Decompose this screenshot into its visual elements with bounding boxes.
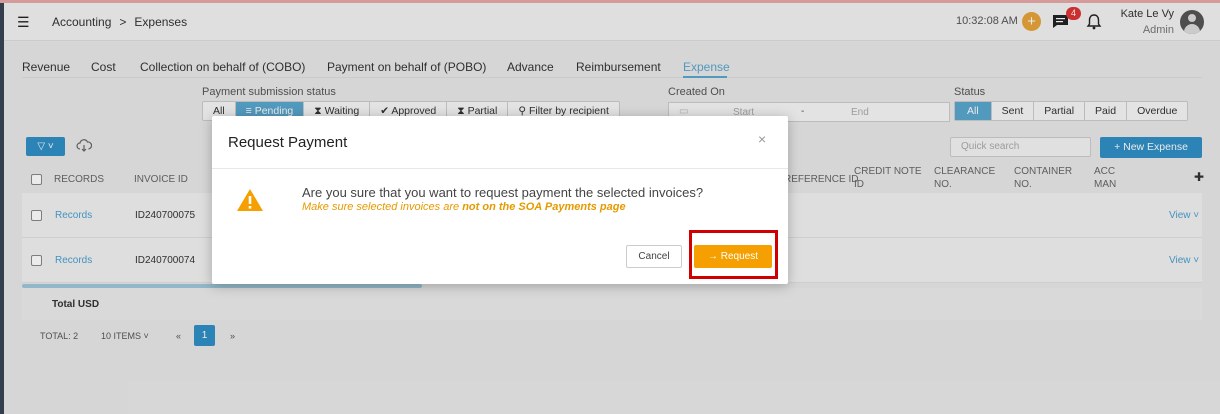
modal-title: Request Payment <box>228 134 348 151</box>
warning-icon <box>237 189 263 211</box>
modal-note-emphasis: not on the SOA Payments page <box>462 201 626 213</box>
highlight-box <box>689 230 778 279</box>
close-icon[interactable]: × <box>758 131 766 147</box>
modal-note: Make sure selected invoices are not on t… <box>302 201 626 213</box>
modal-note-text: Make sure selected invoices are <box>302 201 463 213</box>
cancel-button[interactable]: Cancel <box>626 245 682 268</box>
modal-divider <box>212 168 788 169</box>
modal-question: Are you sure that you want to request pa… <box>302 185 704 200</box>
